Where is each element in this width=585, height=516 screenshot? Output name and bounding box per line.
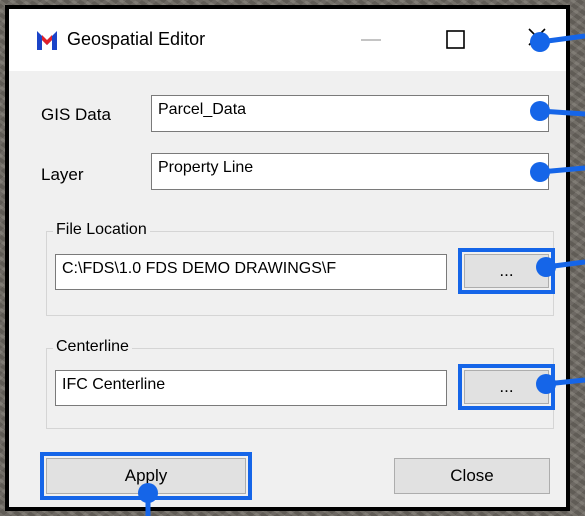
title-bar[interactable]: Geospatial Editor — [9, 9, 566, 71]
geospatial-editor-window: Geospatial Editor GIS Data Parcel_Data L… — [5, 5, 570, 511]
gis-data-label: GIS Data — [41, 105, 111, 124]
gis-data-field[interactable]: Parcel_Data — [151, 95, 549, 132]
file-location-browse-button[interactable]: ... — [458, 248, 555, 294]
close-window-button[interactable] — [517, 23, 557, 57]
file-location-legend: File Location — [53, 221, 150, 239]
app-logo-icon — [37, 31, 57, 50]
centerline-field[interactable]: IFC Centerline — [55, 370, 447, 406]
close-button[interactable]: Close — [394, 458, 550, 494]
layer-field[interactable]: Property Line — [151, 153, 549, 190]
layer-label: Layer — [41, 165, 84, 184]
maximize-button[interactable] — [435, 23, 475, 57]
centerline-browse-button[interactable]: ... — [458, 364, 555, 410]
minimize-button[interactable] — [351, 23, 391, 57]
window-title: Geospatial Editor — [67, 29, 206, 49]
centerline-legend: Centerline — [53, 338, 132, 356]
apply-button[interactable]: Apply — [40, 452, 252, 500]
file-location-field[interactable]: C:\FDS\1.0 FDS DEMO DRAWINGS\F — [55, 254, 447, 290]
